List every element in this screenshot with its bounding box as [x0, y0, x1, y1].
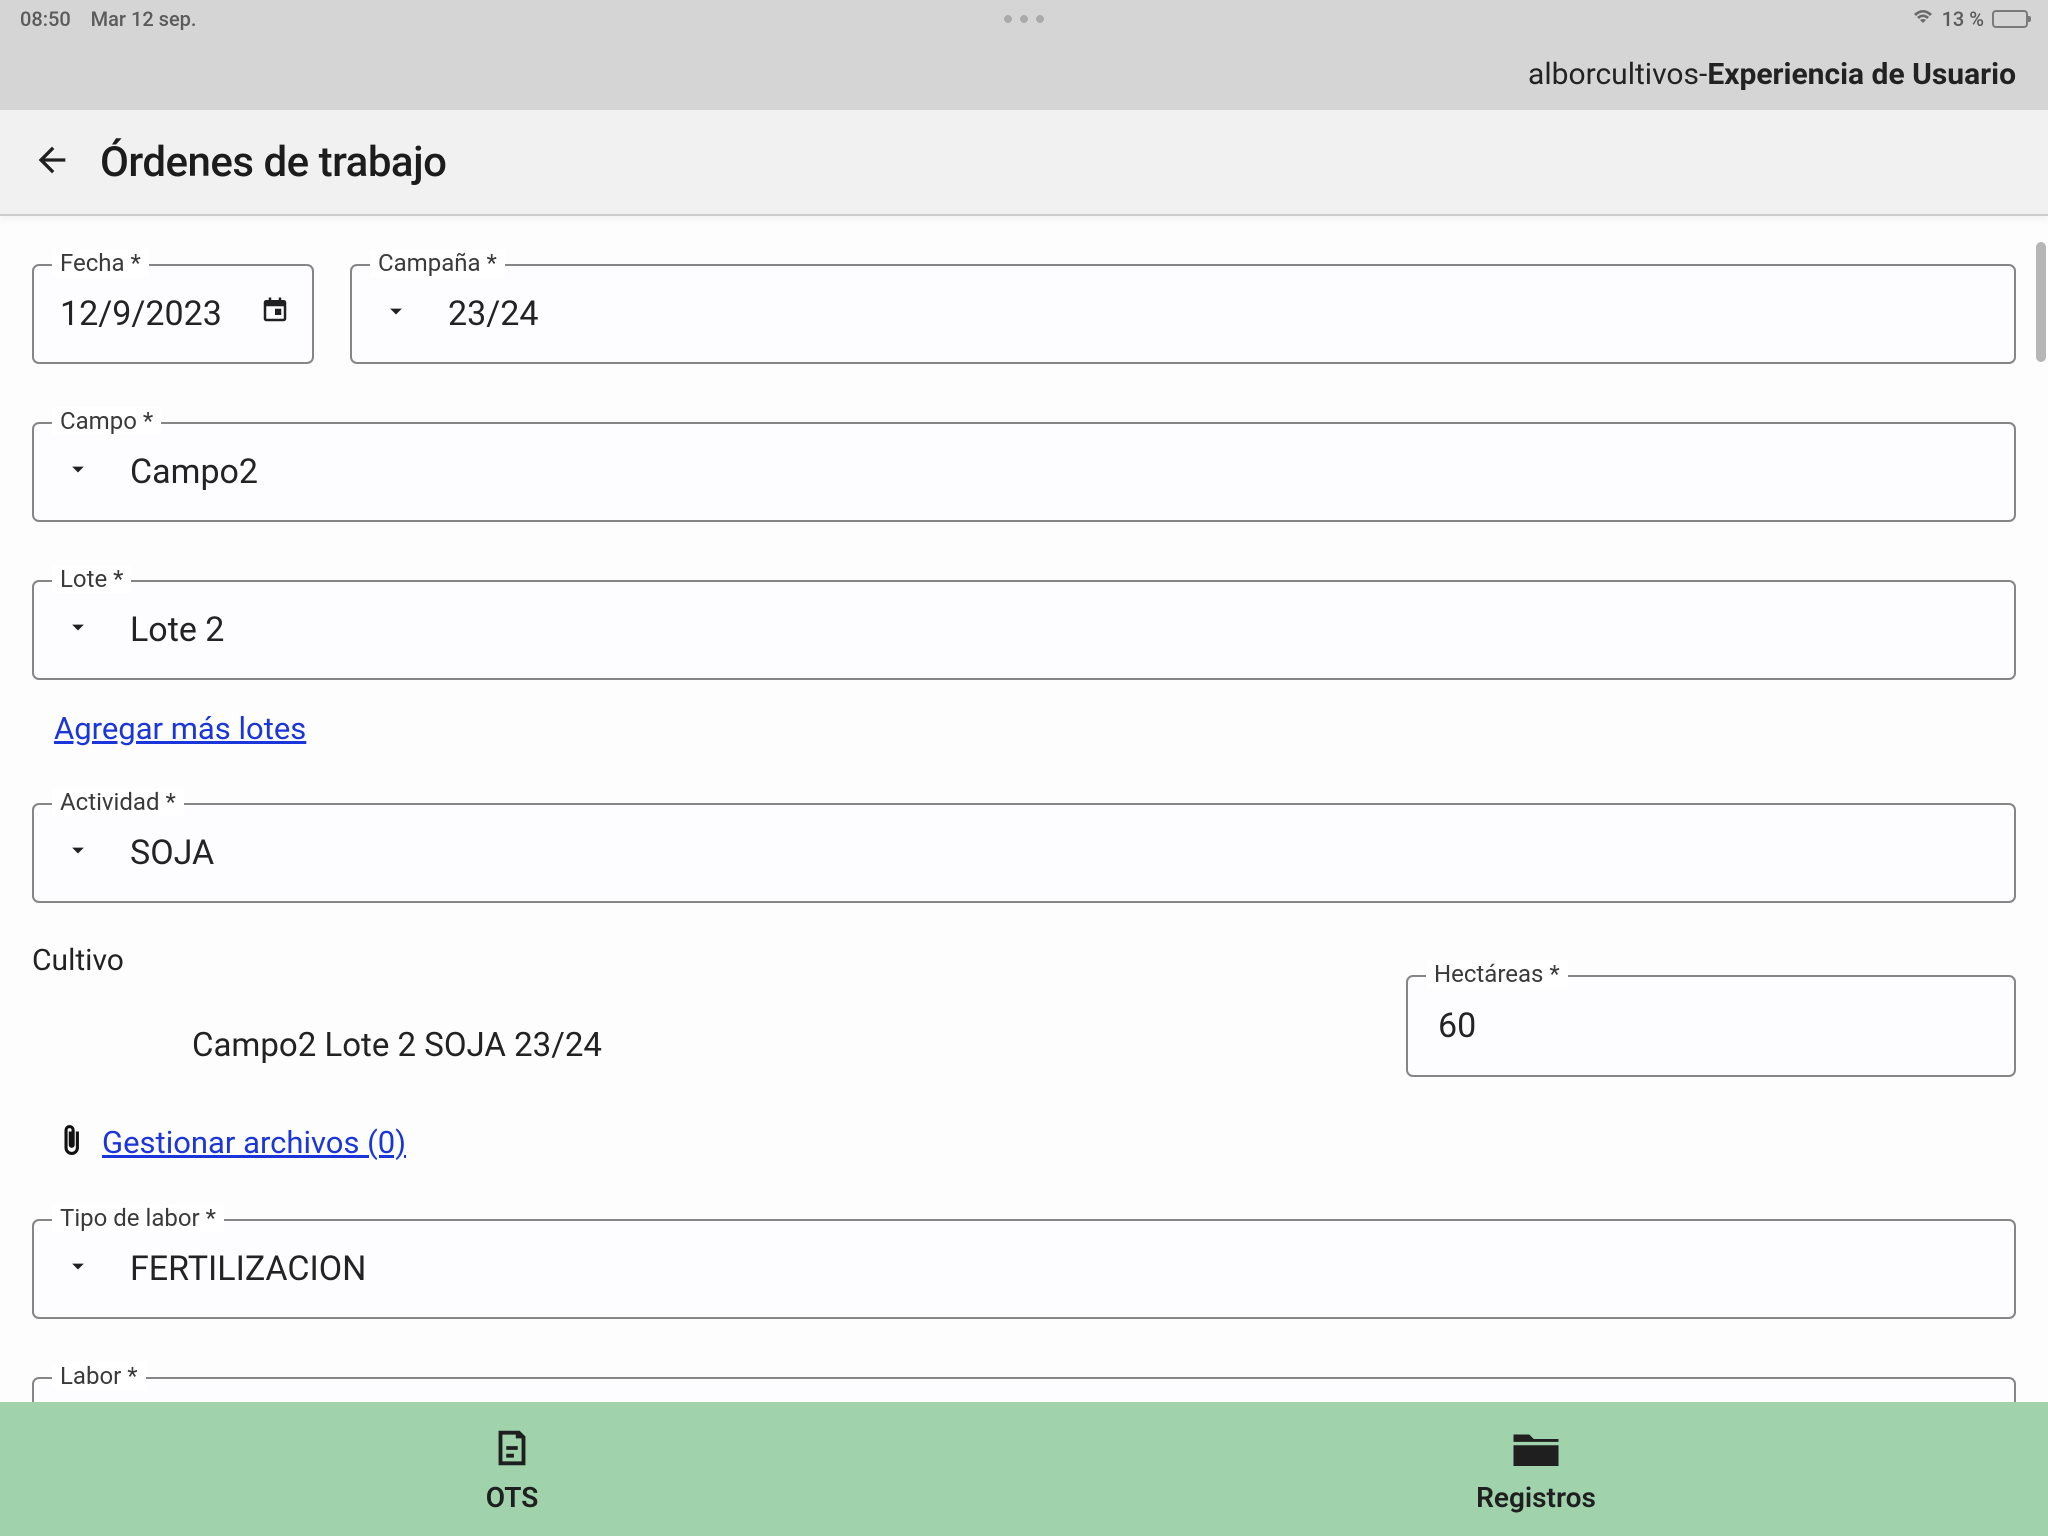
header-separator: - [1699, 57, 1707, 92]
app-subtitle: Experiencia de Usuario [1707, 57, 2016, 92]
chevron-down-icon [64, 1249, 92, 1289]
field-tipo-labor[interactable]: Tipo de labor * FERTILIZACION [32, 1219, 2016, 1319]
chevron-down-icon [64, 452, 92, 492]
field-lote-label: Lote * [52, 565, 131, 593]
calendar-icon[interactable] [260, 294, 290, 334]
app-brand: alborcultivos [1528, 57, 1699, 92]
field-hectareas[interactable]: Hectáreas * [1406, 975, 2016, 1077]
field-campana-value: 23/24 [448, 294, 538, 334]
nav-ots[interactable]: OTS [0, 1402, 1024, 1536]
paperclip-icon[interactable] [54, 1121, 88, 1163]
status-right: 13 % [1912, 7, 2028, 31]
field-campo-label: Campo * [52, 407, 161, 435]
field-lote[interactable]: Lote * Lote 2 [32, 580, 2016, 680]
status-time-date: 08:50 Mar 12 sep. [20, 7, 1912, 31]
scroll-indicator[interactable] [2036, 242, 2046, 362]
field-campana[interactable]: Campaña * 23/24 [350, 264, 2016, 364]
battery-icon [1992, 10, 2028, 28]
field-lote-value: Lote 2 [130, 610, 224, 650]
field-campo-value: Campo2 [130, 452, 258, 492]
page-header: Órdenes de trabajo [0, 110, 2048, 216]
page-title: Órdenes de trabajo [100, 138, 446, 187]
app-header-strip: alborcultivos - Experiencia de Usuario [0, 38, 2048, 110]
manage-files-link[interactable]: Gestionar archivos (0) [102, 1124, 406, 1161]
field-tipo-labor-value: FERTILIZACION [130, 1249, 366, 1289]
nav-registros[interactable]: Registros [1024, 1402, 2048, 1536]
chevron-down-icon [64, 833, 92, 873]
field-actividad-value: SOJA [130, 833, 214, 873]
wifi-icon [1912, 9, 1934, 30]
bottom-nav: OTS Registros [0, 1402, 2048, 1536]
battery-percent: 13 % [1942, 7, 1984, 31]
back-arrow-icon[interactable] [32, 140, 72, 184]
status-date: Mar 12 sep. [91, 7, 197, 31]
status-time: 08:50 [20, 7, 71, 31]
field-fecha[interactable]: Fecha * 12/9/2023 [32, 264, 314, 364]
nav-registros-label: Registros [1476, 1481, 1596, 1514]
cultivo-label: Cultivo [32, 943, 1406, 978]
field-fecha-label: Fecha * [52, 249, 149, 277]
field-labor[interactable]: Labor * [32, 1377, 2016, 1402]
nav-ots-label: OTS [486, 1481, 539, 1514]
chevron-down-icon [64, 610, 92, 650]
chevron-down-icon [382, 294, 410, 334]
folder-icon [1509, 1425, 1563, 1475]
field-campana-label: Campaña * [370, 249, 505, 277]
form-area: Fecha * 12/9/2023 Campaña * 23/24 Campo … [0, 216, 2048, 1402]
ios-status-bar: 08:50 Mar 12 sep. 13 % [0, 0, 2048, 38]
field-tipo-labor-label: Tipo de labor * [52, 1204, 224, 1232]
field-actividad-label: Actividad * [52, 788, 184, 816]
field-hectareas-label: Hectáreas * [1426, 960, 1568, 988]
field-campo[interactable]: Campo * Campo2 [32, 422, 2016, 522]
field-actividad[interactable]: Actividad * SOJA [32, 803, 2016, 903]
add-more-lotes-link[interactable]: Agregar más lotes [54, 710, 306, 747]
field-labor-label: Labor * [52, 1362, 146, 1390]
document-icon [489, 1425, 535, 1475]
multitask-dots [1004, 15, 1044, 23]
cultivo-value: Campo2 Lote 2 SOJA 23/24 [32, 1026, 1406, 1065]
field-fecha-value: 12/9/2023 [60, 294, 222, 334]
hectareas-input[interactable] [1438, 1006, 1984, 1046]
